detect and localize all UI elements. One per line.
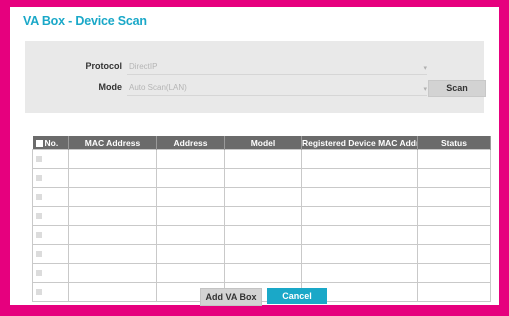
table-cell: [224, 187, 302, 207]
table-cell: [417, 168, 491, 188]
table-row[interactable]: [32, 168, 491, 188]
protocol-value: DirectIP: [129, 62, 158, 71]
mode-value: Auto Scan(LAN): [129, 83, 187, 92]
table-row[interactable]: [32, 244, 491, 264]
table-cell: [224, 244, 302, 264]
table-cell: [417, 225, 491, 245]
table-cell: [156, 187, 225, 207]
table-cell: [68, 282, 157, 302]
table-cell: [68, 263, 157, 283]
mode-select[interactable]: Auto Scan(LAN) ▾: [127, 81, 427, 96]
table-cell: [224, 168, 302, 188]
row-checkbox[interactable]: [36, 231, 42, 238]
table-cell: [68, 206, 157, 226]
table-cell: [301, 149, 418, 169]
table-cell: [417, 206, 491, 226]
device-scan-dialog: VA Box - Device Scan Protocol DirectIP ▾…: [10, 7, 499, 306]
protocol-select[interactable]: DirectIP ▾: [127, 60, 427, 75]
table-cell: [301, 206, 418, 226]
table-cell: [417, 149, 491, 169]
table-cell: [417, 282, 491, 302]
table-cell: [301, 244, 418, 264]
add-va-box-button[interactable]: Add VA Box: [200, 288, 262, 306]
table-cell: [68, 149, 157, 169]
table-cell: [68, 244, 157, 264]
header-no[interactable]: No.: [32, 136, 69, 150]
mode-label: Mode: [98, 82, 123, 92]
header-model[interactable]: Model: [224, 136, 302, 150]
scan-button[interactable]: Scan: [428, 80, 486, 97]
select-all-checkbox[interactable]: [35, 139, 43, 147]
table-row[interactable]: [32, 149, 491, 169]
header-address[interactable]: Address: [156, 136, 225, 150]
table-cell: [301, 263, 418, 283]
table-cell: [301, 168, 418, 188]
table-cell: [301, 187, 418, 207]
table-cell: [417, 263, 491, 283]
row-select-cell: [32, 206, 69, 226]
table-cell: [224, 263, 302, 283]
chevron-down-icon: ▾: [423, 65, 427, 72]
cancel-button[interactable]: Cancel: [267, 288, 327, 304]
row-select-cell: [32, 168, 69, 188]
row-checkbox[interactable]: [36, 250, 42, 257]
scan-options-panel: Protocol DirectIP ▾ Mode Auto Scan(LAN) …: [25, 41, 486, 113]
table-row[interactable]: [32, 187, 491, 207]
table-cell: [156, 225, 225, 245]
row-select-cell: [32, 225, 69, 245]
row-select-cell: [32, 244, 69, 264]
row-select-cell: [32, 149, 69, 169]
row-checkbox[interactable]: [36, 174, 42, 181]
table-row[interactable]: [32, 263, 491, 283]
table-cell: [156, 206, 225, 226]
table-cell: [68, 187, 157, 207]
dialog-title: VA Box - Device Scan: [23, 14, 147, 28]
header-status[interactable]: Status: [417, 136, 491, 150]
row-select-cell: [32, 263, 69, 283]
row-checkbox[interactable]: [36, 212, 42, 219]
table-row[interactable]: [32, 225, 491, 245]
table-cell: [224, 149, 302, 169]
table-cell: [156, 263, 225, 283]
table-cell: [68, 225, 157, 245]
table-cell: [301, 225, 418, 245]
device-table: No. MAC Address Address Model Registered…: [32, 136, 491, 302]
row-checkbox[interactable]: [36, 155, 42, 162]
row-select-cell: [32, 282, 69, 302]
table-row[interactable]: [32, 206, 491, 226]
row-select-cell: [32, 187, 69, 207]
table-cell: [156, 244, 225, 264]
header-registered-mac[interactable]: Registered Device MAC Address: [301, 136, 418, 150]
header-mac-address[interactable]: MAC Address: [68, 136, 157, 150]
protocol-label: Protocol: [85, 61, 122, 71]
row-checkbox[interactable]: [36, 288, 42, 295]
table-cell: [224, 225, 302, 245]
table-header-row: No. MAC Address Address Model Registered…: [32, 136, 491, 150]
table-cell: [417, 187, 491, 207]
chevron-down-icon: ▾: [423, 86, 427, 93]
table-body: [32, 149, 491, 302]
row-checkbox[interactable]: [36, 269, 42, 276]
table-cell: [224, 206, 302, 226]
table-cell: [68, 168, 157, 188]
table-cell: [156, 168, 225, 188]
table-cell: [417, 244, 491, 264]
row-checkbox[interactable]: [36, 193, 42, 200]
table-cell: [156, 149, 225, 169]
